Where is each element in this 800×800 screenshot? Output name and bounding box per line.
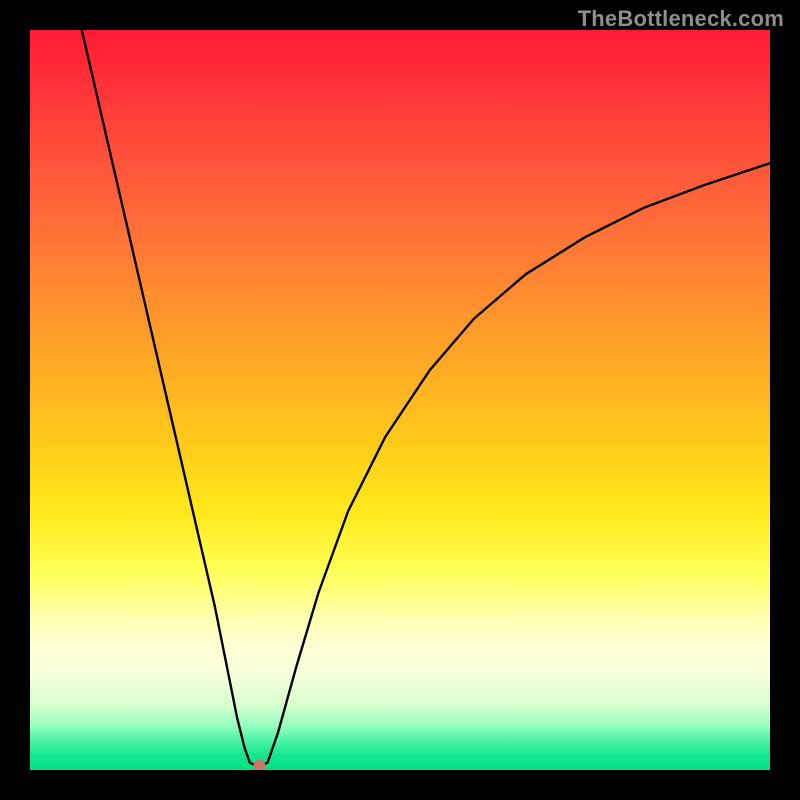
- bottleneck-curve: [82, 30, 770, 766]
- optimal-marker: [253, 760, 265, 770]
- series-container: [82, 30, 770, 770]
- plot-area: [30, 30, 770, 770]
- chart-frame: TheBottleneck.com: [0, 0, 800, 800]
- bottleneck-curve-svg: [30, 30, 770, 770]
- watermark: TheBottleneck.com: [578, 6, 784, 32]
